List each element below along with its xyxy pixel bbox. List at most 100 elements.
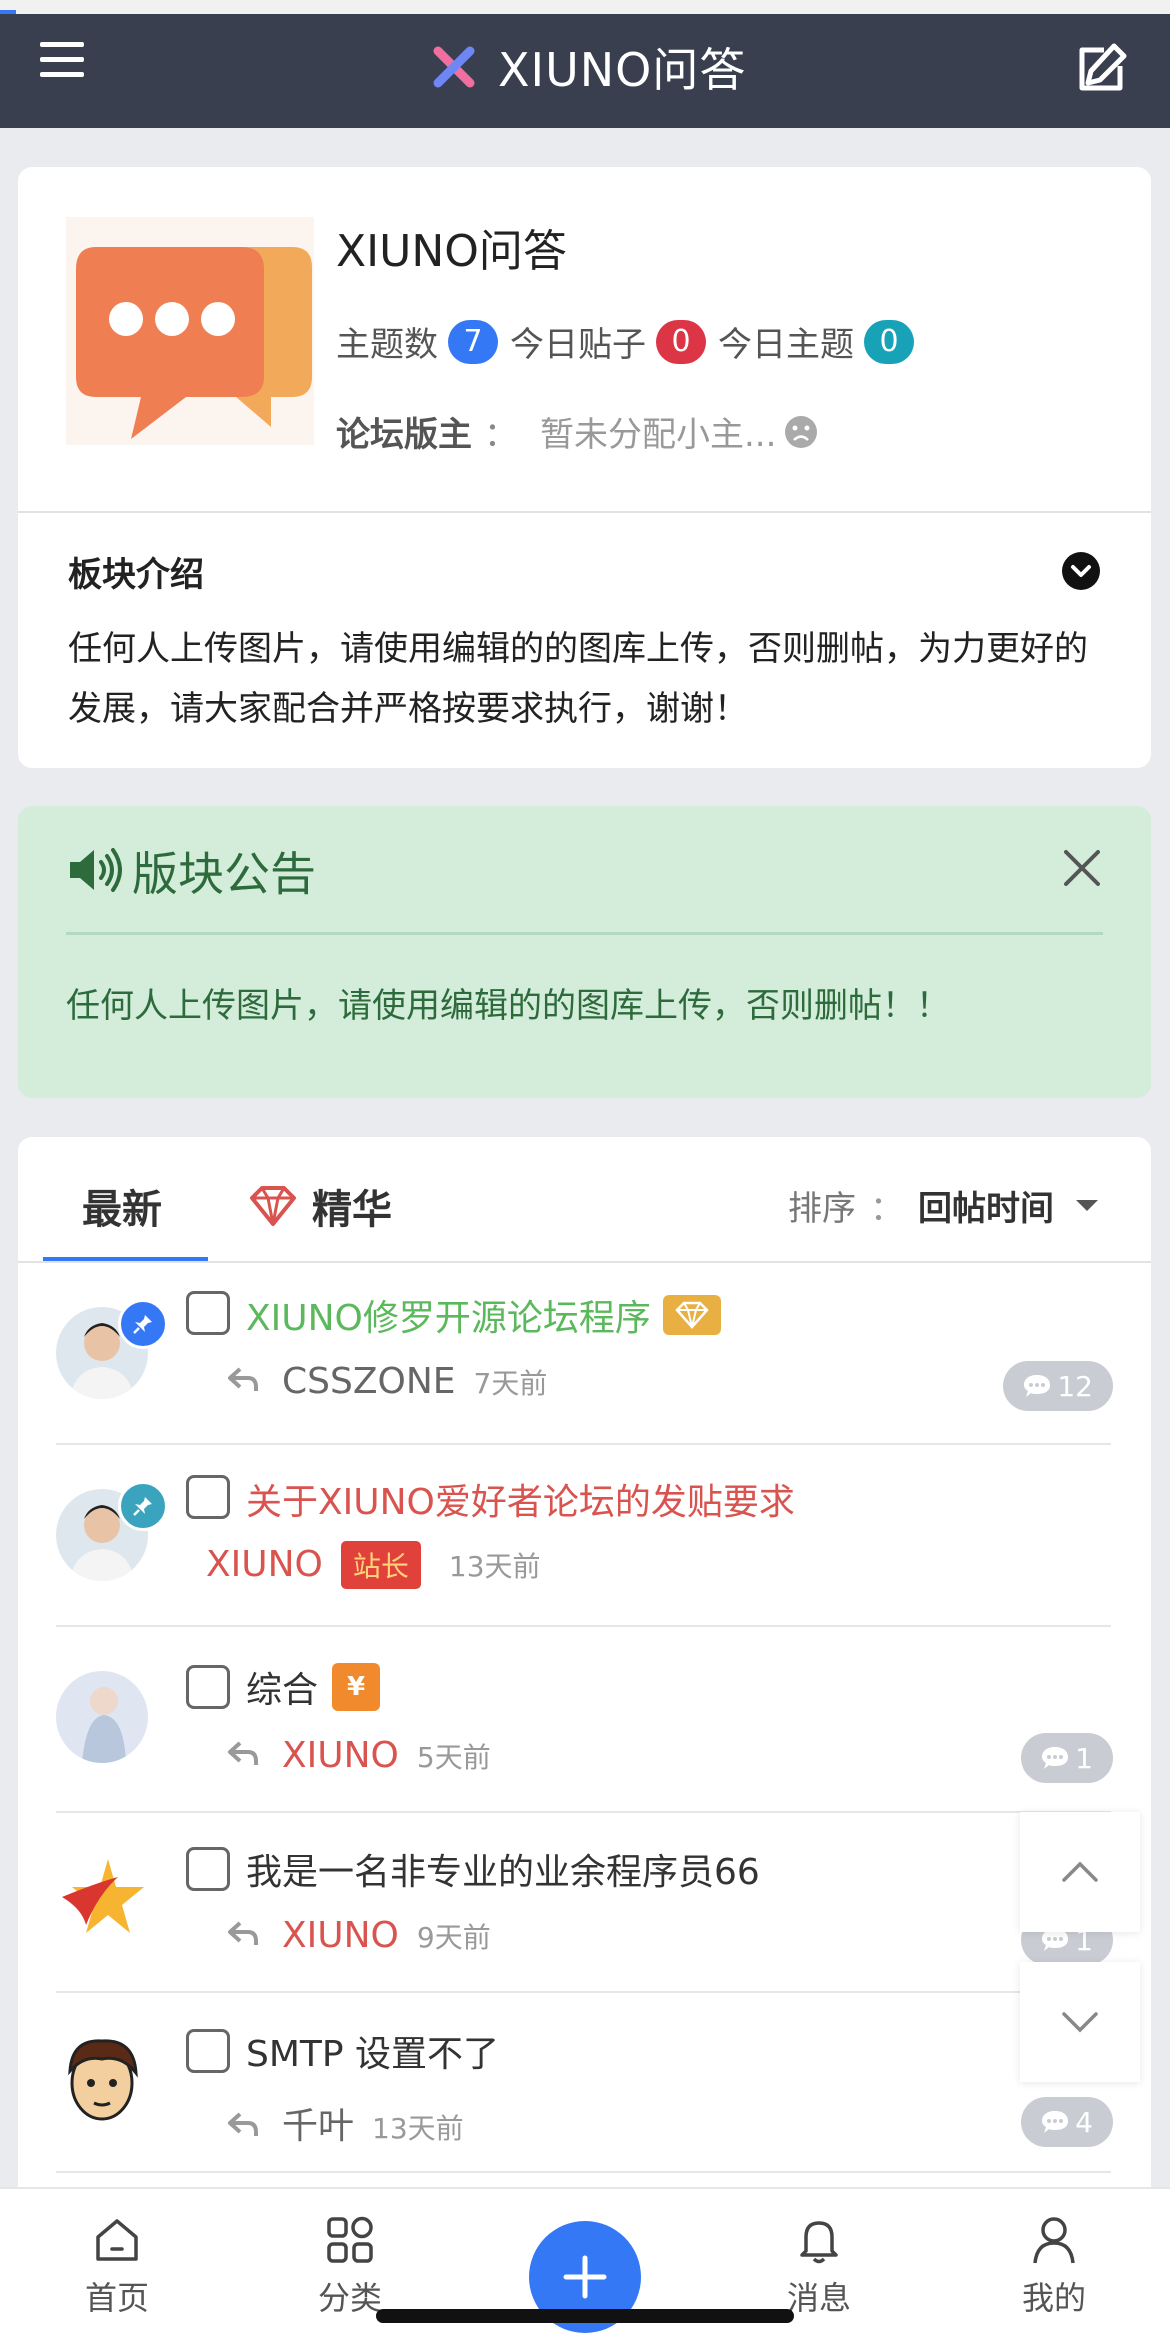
moderator-label: 论坛版主 (336, 415, 472, 455)
hamburger-menu-icon[interactable] (40, 42, 84, 86)
thread-meta: CSSZONE 7天前 (226, 1361, 547, 1402)
reply-count-badge: 12 (1003, 1361, 1113, 1411)
thread-author[interactable]: XIUNO (282, 1735, 399, 1776)
thread-author[interactable]: XIUNO (206, 1544, 323, 1585)
announcement-divider (66, 932, 1103, 935)
thread-time: 9天前 (416, 1921, 491, 1954)
thread-checkbox[interactable] (186, 1475, 230, 1519)
sort-value: 回帖时间 (918, 1189, 1054, 1229)
close-icon[interactable] (1054, 840, 1110, 896)
announcement-title: 版块公告 (132, 847, 316, 901)
nav-mine[interactable]: 我的 (994, 2213, 1114, 2319)
thread-meta: XIUNO 5天前 (226, 1735, 491, 1776)
thread-item[interactable]: SMTP 设置不了 千叶 13天前 4 (18, 1993, 1151, 2173)
forum-info-card: XIUNO问答 主题数 7 今日贴子 0 今日主题 0 论坛版主 ： 暂未分配小… (18, 167, 1151, 768)
pin-icon (118, 1299, 168, 1349)
forum-name: XIUNO问答 (336, 226, 567, 277)
caret-down-icon (1076, 1200, 1098, 1211)
home-indicator (376, 2309, 794, 2323)
reply-count-badge: 4 (1021, 2097, 1113, 2147)
pin-icon (118, 1481, 168, 1531)
chevron-down-circle-icon[interactable] (1062, 552, 1100, 590)
edit-icon[interactable] (1074, 38, 1132, 96)
nav-category[interactable]: 分类 (290, 2213, 410, 2319)
status-bar-strip (0, 0, 1170, 14)
today-threads-label: 今日主题 (718, 325, 854, 365)
tab-latest[interactable]: 最新 (82, 1177, 162, 1235)
bottom-nav: 首页 分类 消息 我的 (0, 2187, 1170, 2348)
thread-author[interactable]: 千叶 (282, 2097, 354, 2149)
reply-icon (228, 1367, 258, 1391)
thread-title[interactable]: SMTP 设置不了 (246, 2025, 499, 2077)
moderator-row: 论坛版主 ： 暂未分配小主... (336, 407, 818, 456)
threads-label: 主题数 (336, 325, 438, 365)
thread-list-card: 最新 精华 排序 ： 回帖时间 XIUNO修罗开源论坛程序 CSSZONE 7天… (18, 1137, 1151, 2187)
avatar[interactable] (56, 1853, 148, 1945)
grid-icon (327, 2216, 373, 2263)
comment-icon (1042, 1747, 1069, 1769)
thread-author[interactable]: XIUNO (282, 1915, 399, 1956)
forum-logo (66, 217, 314, 445)
today-posts-label: 今日贴子 (510, 325, 646, 365)
scroll-bottom-button[interactable] (1020, 1962, 1140, 2082)
divider (18, 511, 1151, 513)
comment-icon (1024, 1375, 1051, 1397)
thread-meta: XIUNO 站长 13天前 (206, 1541, 541, 1589)
reply-count-badge: 1 (1021, 1733, 1113, 1783)
thread-item[interactable]: 关于XIUNO爱好者论坛的发贴要求 XIUNO 站长 13天前 (18, 1445, 1151, 1627)
nav-home[interactable]: 首页 (57, 2213, 177, 2319)
thread-title[interactable]: 关于XIUNO爱好者论坛的发贴要求 (246, 1473, 795, 1525)
nav-messages[interactable]: 消息 (759, 2213, 879, 2319)
thread-time: 13天前 (448, 1550, 541, 1583)
reward-icon: ¥ (332, 1663, 381, 1711)
thread-meta: 千叶 13天前 (226, 2097, 464, 2149)
thread-author[interactable]: CSSZONE (282, 1361, 456, 1402)
thread-time: 5天前 (416, 1741, 491, 1774)
speaker-icon (70, 848, 122, 892)
thread-meta: XIUNO 9天前 (226, 1915, 491, 1956)
sort-dropdown[interactable]: 排序 ： 回帖时间 (788, 1181, 1098, 1230)
avatar[interactable] (56, 2033, 148, 2125)
reply-icon (228, 2112, 258, 2136)
reply-icon (228, 1921, 258, 1945)
user-icon (1033, 2217, 1075, 2264)
thread-item[interactable]: 我是一名非专业的业余程序员66 XIUNO 9天前 1 (18, 1813, 1151, 1993)
announcement-text: 任何人上传图片，请使用编辑的的图库上传，否则删帖！！ (66, 986, 950, 1026)
thread-title[interactable]: 综合 ¥ (246, 1661, 381, 1713)
bell-icon (800, 2221, 838, 2264)
thread-time: 13天前 (372, 2112, 464, 2145)
scroll-top-button[interactable] (1020, 1812, 1140, 1932)
diamond-icon (250, 1186, 296, 1226)
thread-checkbox[interactable] (186, 1847, 230, 1891)
thread-title[interactable]: XIUNO修罗开源论坛程序 (246, 1289, 721, 1341)
site-brand[interactable]: XIUNO问答 (430, 32, 746, 102)
thread-checkbox[interactable] (186, 1665, 230, 1709)
thread-item[interactable]: XIUNO修罗开源论坛程序 CSSZONE 7天前 12 (18, 1263, 1151, 1445)
thread-checkbox[interactable] (186, 2029, 230, 2073)
thread-item[interactable]: 综合 ¥ XIUNO 5天前 1 (18, 1627, 1151, 1813)
tab-elite[interactable]: 精华 (248, 1177, 392, 1235)
home-icon (96, 2219, 138, 2261)
section-intro-title: 板块介绍 (68, 555, 204, 595)
section-intro-text: 任何人上传图片，请使用编辑的的图库上传，否则删帖，为力更好的发展，请大家配合并严… (68, 629, 1088, 729)
thread-checkbox[interactable] (186, 1291, 230, 1335)
reply-icon (228, 1741, 258, 1765)
forum-stats: 主题数 7 今日贴子 0 今日主题 0 (336, 317, 926, 366)
site-title: XIUNO问答 (498, 43, 747, 97)
sad-face-icon (785, 415, 818, 448)
today-threads-badge: 0 (864, 319, 914, 364)
admin-role-badge: 站长 (340, 1541, 421, 1589)
thread-time: 7天前 (473, 1367, 548, 1400)
moderator-value: 暂未分配小主... (540, 415, 777, 455)
chevron-down-icon (1062, 2012, 1098, 2033)
thread-title[interactable]: 我是一名非专业的业余程序员66 (246, 1843, 760, 1895)
comment-icon (1042, 2111, 1069, 2133)
avatar[interactable] (56, 1671, 148, 1763)
threads-count-badge: 7 (448, 319, 498, 364)
chevron-up-icon (1062, 1861, 1098, 1882)
brand-logo-icon (433, 46, 475, 88)
elite-badge (662, 1295, 721, 1335)
plus-icon (563, 2255, 607, 2299)
today-posts-badge: 0 (656, 319, 706, 364)
top-header: XIUNO问答 (0, 14, 1170, 128)
